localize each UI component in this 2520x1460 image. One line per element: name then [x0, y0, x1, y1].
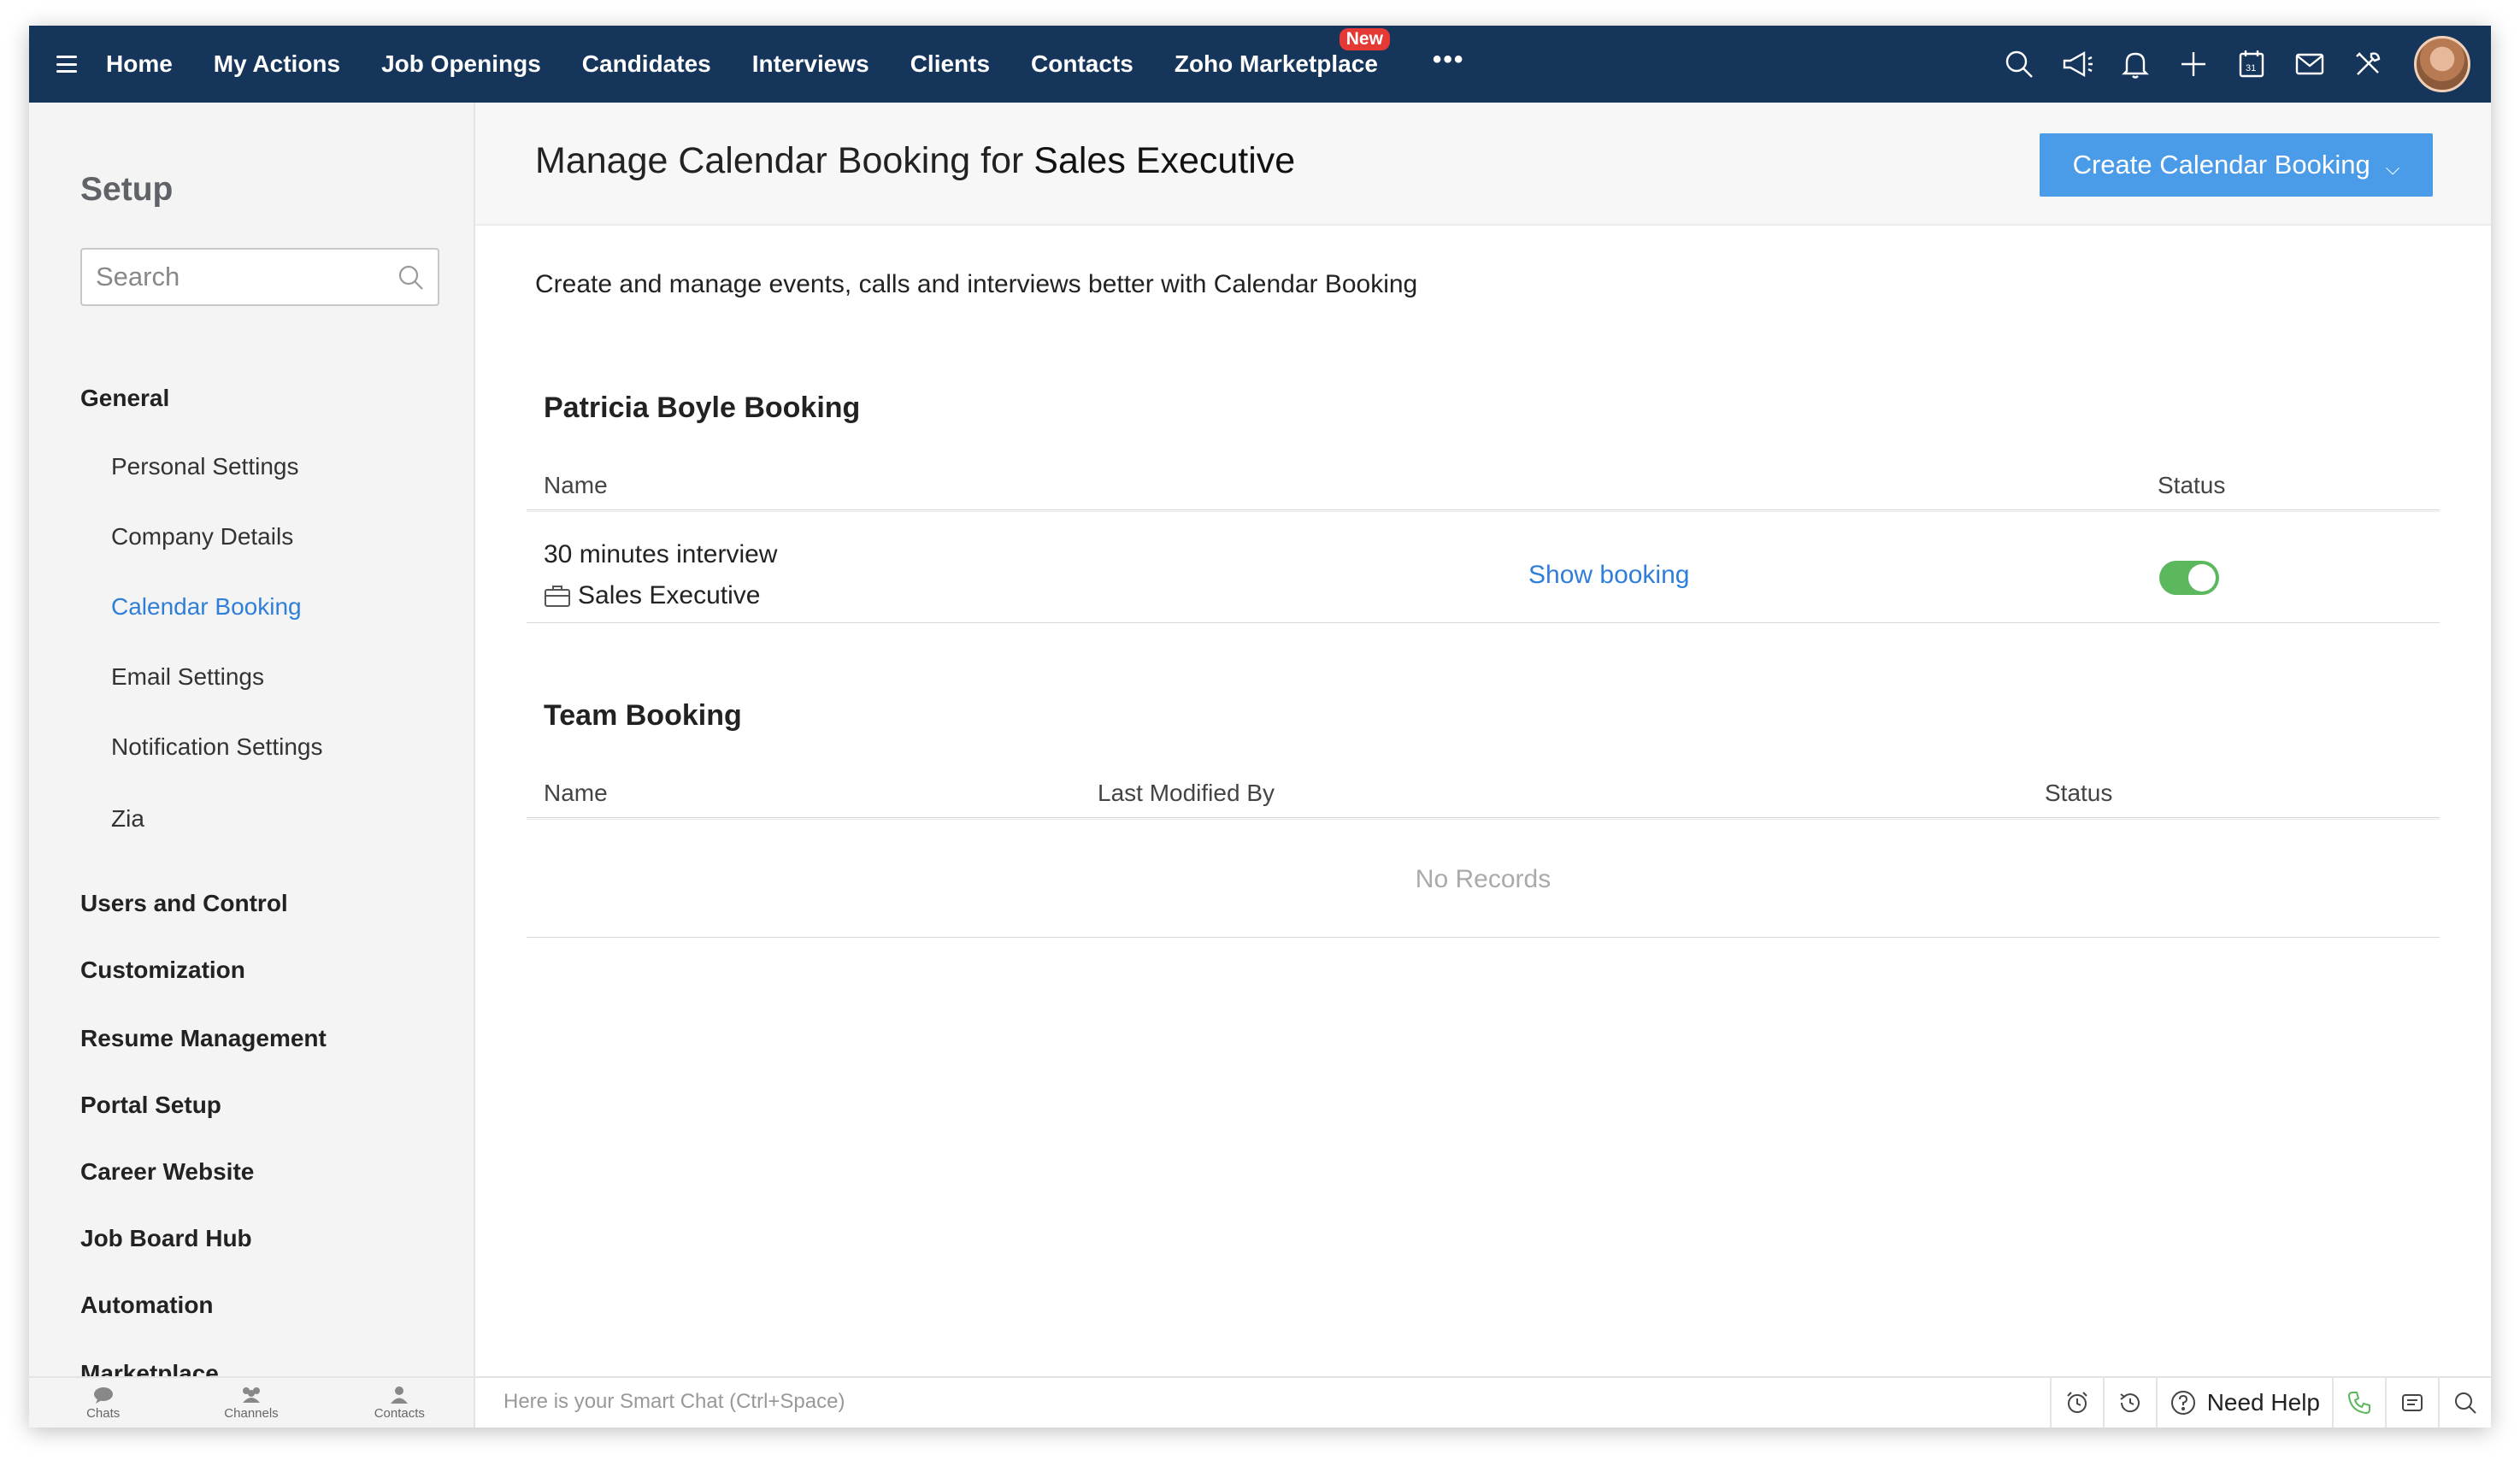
chat-bubble-icon [93, 1386, 113, 1404]
nav-right-actions: 31 [1990, 26, 2470, 103]
setup-search-box[interactable] [80, 248, 439, 306]
nav-contacts[interactable]: Contacts [1031, 50, 1133, 78]
tab-chats-label: Chats [86, 1405, 121, 1421]
tools-icon[interactable] [2339, 26, 2397, 103]
megaphone-icon[interactable] [2048, 26, 2106, 103]
nav-candidates[interactable]: Candidates [582, 50, 711, 78]
top-navbar: Home My Actions Job Openings Candidates … [29, 26, 2491, 103]
nav-home[interactable]: Home [106, 50, 173, 78]
history-icon[interactable] [2102, 1378, 2156, 1428]
intro-text: Create and manage events, calls and inte… [535, 270, 1418, 298]
booking-status-toggle[interactable] [2159, 561, 2219, 595]
toggle-knob [2188, 564, 2216, 592]
booking-name[interactable]: 30 minutes interview [544, 540, 777, 569]
personal-booking-title: Patricia Boyle Booking [544, 391, 861, 424]
sidebar-item-calendar-booking[interactable]: Calendar Booking [111, 593, 302, 621]
sidebar-item-personal-settings[interactable]: Personal Settings [111, 453, 298, 480]
page-title-role: Sales Executive [1033, 140, 1296, 181]
page-header: Manage Calendar Booking for Sales Execut… [475, 103, 2491, 226]
tab-channels-label: Channels [224, 1405, 279, 1421]
setup-sidebar: Setup General Personal Settings Company … [29, 103, 475, 1386]
empty-state-text: No Records [1415, 865, 1551, 893]
row-divider [527, 622, 2440, 624]
search-icon[interactable] [1990, 26, 2048, 103]
page-title-prefix: Manage Calendar Booking for [535, 140, 1024, 181]
create-calendar-booking-button[interactable]: Create Calendar Booking ⌵ [2040, 133, 2433, 197]
sidebar-group-general[interactable]: General [80, 385, 169, 412]
add-icon[interactable] [2164, 26, 2223, 103]
mail-icon[interactable] [2281, 26, 2339, 103]
sidebar-item-company-details[interactable]: Company Details [111, 523, 293, 550]
bottom-tabs: Chats Channels Contacts [29, 1378, 475, 1428]
bell-icon[interactable] [2106, 26, 2164, 103]
smart-chat-input[interactable]: Here is your Smart Chat (Ctrl+Space) [503, 1390, 845, 1414]
table-bottom-divider [527, 937, 2440, 939]
calendar-icon[interactable]: 31 [2223, 26, 2281, 103]
user-avatar[interactable] [2414, 36, 2470, 92]
column-header-last-modified-by: Last Modified By [1098, 780, 1275, 806]
group-icon [242, 1386, 260, 1403]
search-icon[interactable] [2438, 1378, 2491, 1428]
sidebar-item-notification-settings[interactable]: Notification Settings [111, 733, 322, 761]
nav-clients[interactable]: Clients [910, 50, 990, 78]
sidebar-group-resume-management[interactable]: Resume Management [80, 1025, 327, 1052]
sidebar-item-email-settings[interactable]: Email Settings [111, 663, 264, 691]
help-circle-icon [2170, 1391, 2195, 1415]
sidebar-group-portal-setup[interactable]: Portal Setup [80, 1092, 221, 1119]
show-booking-link[interactable]: Show booking [1528, 561, 1689, 590]
create-calendar-booking-label: Create Calendar Booking [2072, 150, 2370, 180]
chat-window-icon[interactable] [2385, 1378, 2438, 1428]
setup-search-input[interactable] [82, 250, 373, 304]
table-header-divider [527, 817, 2440, 820]
tab-chats[interactable]: Chats [29, 1378, 177, 1428]
new-badge: New [1339, 28, 1390, 50]
briefcase-icon [545, 586, 570, 607]
table-header-divider [527, 509, 2440, 512]
hamburger-menu-icon[interactable] [56, 56, 77, 73]
booking-job-label: Sales Executive [578, 581, 761, 609]
column-header-name: Name [544, 472, 608, 498]
nav-zoho-marketplace-label: Zoho Marketplace [1174, 50, 1378, 77]
need-help-button[interactable]: Need Help [2155, 1378, 2332, 1428]
tab-contacts[interactable]: Contacts [326, 1378, 474, 1428]
booking-job: Sales Executive [544, 581, 760, 610]
bottom-right-actions: Need Help [2049, 1378, 2491, 1428]
tab-contacts-label: Contacts [374, 1405, 425, 1421]
setup-title: Setup [80, 171, 174, 208]
sidebar-group-career-website[interactable]: Career Website [80, 1158, 254, 1186]
alarm-clock-icon[interactable] [2049, 1378, 2103, 1428]
need-help-label: Need Help [2206, 1389, 2320, 1416]
page-title: Manage Calendar Booking for Sales Execut… [535, 140, 1295, 182]
team-booking-title: Team Booking [544, 699, 742, 732]
chevron-down-icon[interactable]: ⌵ [2386, 157, 2400, 180]
nav-interviews[interactable]: Interviews [752, 50, 869, 78]
nav-zoho-marketplace[interactable]: Zoho Marketplace New [1174, 28, 1390, 78]
sidebar-group-users-and-control[interactable]: Users and Control [80, 890, 288, 917]
column-header-status: Status [2045, 780, 2113, 806]
tab-channels[interactable]: Channels [177, 1378, 325, 1428]
column-header-status: Status [2158, 472, 2226, 498]
main-content: Manage Calendar Booking for Sales Execut… [475, 103, 2491, 1376]
app-window: Home My Actions Job Openings Candidates … [29, 26, 2491, 1428]
search-icon[interactable] [395, 262, 427, 294]
column-header-name: Name [544, 780, 608, 806]
nav-my-actions[interactable]: My Actions [214, 50, 340, 78]
sidebar-group-customization[interactable]: Customization [80, 957, 245, 984]
phone-icon[interactable] [2332, 1378, 2385, 1428]
bottom-bar: Chats Channels Contacts Here is your Sma… [29, 1376, 2491, 1428]
nav-job-openings[interactable]: Job Openings [381, 50, 541, 78]
sidebar-item-zia[interactable]: Zia [111, 805, 144, 833]
sidebar-group-job-board-hub[interactable]: Job Board Hub [80, 1225, 252, 1252]
sidebar-group-automation[interactable]: Automation [80, 1292, 214, 1319]
person-icon [391, 1386, 409, 1404]
svg-text:31: 31 [2246, 63, 2256, 74]
more-menu-button[interactable]: ••• [1433, 45, 1465, 74]
